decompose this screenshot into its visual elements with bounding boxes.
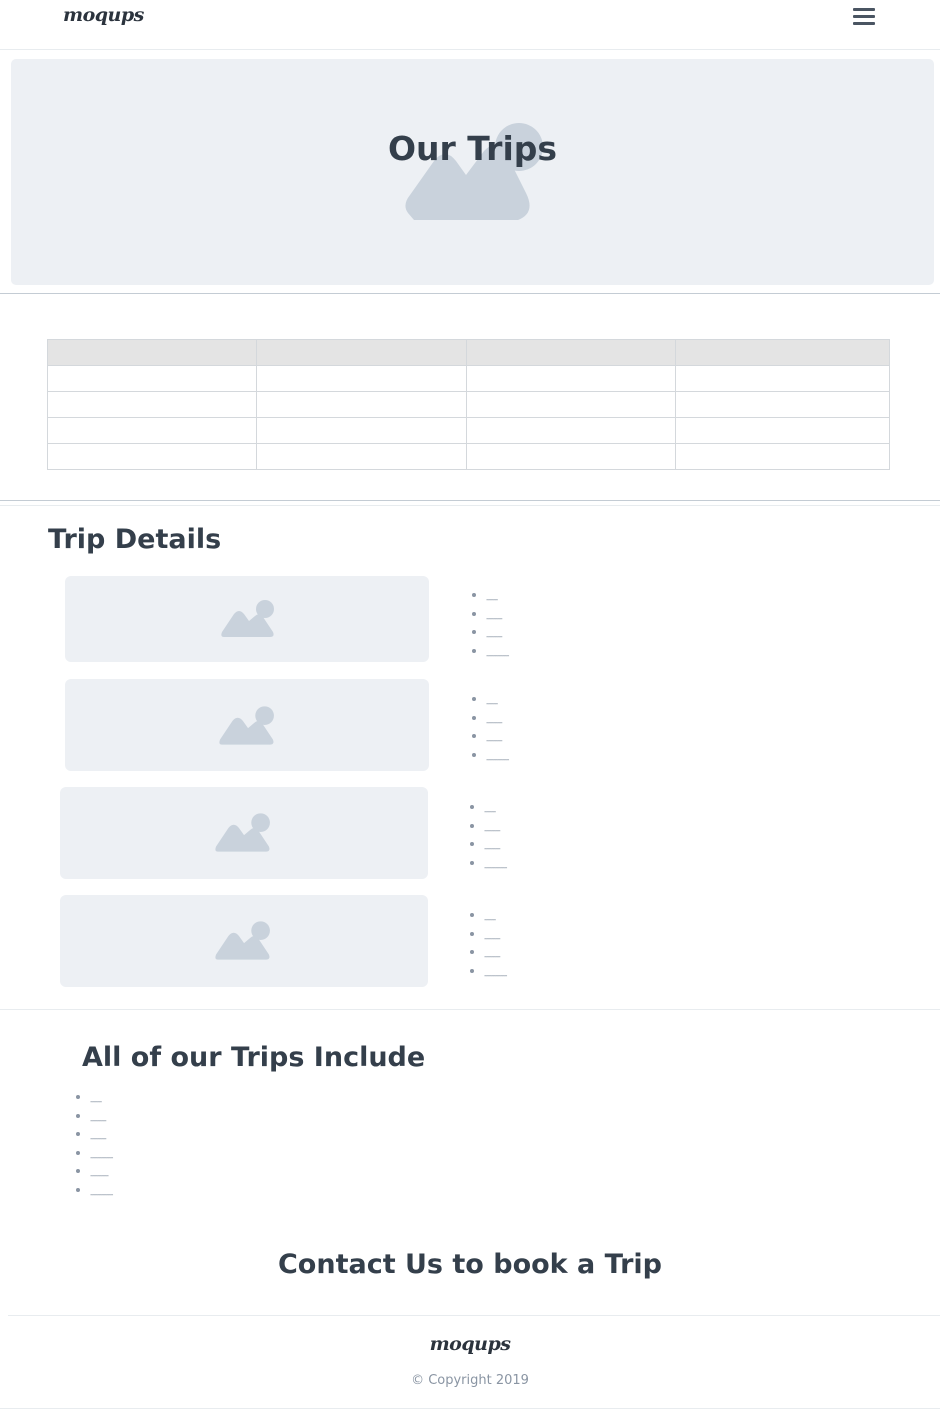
table-cell [466,417,676,444]
trip-image-placeholder [60,895,428,987]
table-row [47,365,890,392]
list-item: ------- [76,1126,112,1145]
trips-table [47,339,890,470]
list-item: ------- [472,624,508,643]
table-cell [47,391,257,418]
list-item: ----- [76,1089,112,1108]
trip-image-placeholder [65,679,429,771]
image-placeholder-icon [215,921,270,960]
table-row [47,417,890,444]
trip-image-placeholder [65,576,429,662]
list-item: ---------- [76,1182,114,1201]
includes-heading: All of our Trips Include [82,1042,426,1073]
list-item: ------- [76,1108,112,1127]
list-item: ------- [472,728,508,747]
contact-heading[interactable]: Contact Us to book a Trip [0,1249,940,1280]
table-header-cell [256,339,467,366]
table-cell [256,391,467,418]
hamburger-menu-icon[interactable] [853,8,875,26]
image-placeholder-icon [215,813,270,852]
list-item: ---------- [472,747,510,766]
table-header-cell [466,339,676,366]
list-item: ------- [470,818,506,837]
table-cell [256,443,467,470]
table-cell [47,365,257,392]
footer-bottom-divider [0,1408,940,1409]
trip-feature-list: ----- ------- ------- ---------- [472,587,510,662]
list-item: ---------- [472,643,510,662]
list-item: ------- [470,944,506,963]
section-divider [0,505,940,506]
table-cell [256,417,467,444]
list-item: ------- [472,710,508,729]
trip-feature-list: ----- ------- ------- ---------- [470,907,508,982]
table-cell [47,443,257,470]
list-item: ---------- [470,855,508,874]
list-item: ------- [470,836,506,855]
section-divider [0,1009,940,1010]
footer-logo[interactable]: moqups [0,1333,940,1355]
list-item: ----- [472,691,508,710]
table-cell [675,443,890,470]
list-item: ---------- [76,1145,114,1164]
list-item: ----- [472,587,508,606]
list-item: ------- [472,606,508,625]
list-item: ----- [470,907,506,926]
list-item: ------- [470,926,506,945]
table-cell [675,365,890,392]
image-placeholder-icon [221,600,274,637]
footer-divider [8,1315,940,1316]
header-logo[interactable]: moqups [63,4,144,26]
table-header-cell [47,339,257,366]
trip-details-heading: Trip Details [48,524,222,555]
table-header-row [47,339,890,366]
includes-list: ----- ------- ------- ---------- -------… [76,1089,114,1201]
hero-title: Our Trips [387,129,558,168]
list-item: -------- [76,1163,112,1182]
list-item: ---------- [470,963,508,982]
table-row [47,443,890,470]
table-cell [256,365,467,392]
table-row [47,391,890,418]
trip-feature-list: ----- ------- ------- ---------- [472,691,510,766]
table-cell [675,417,890,444]
table-cell [466,443,676,470]
trip-feature-list: ----- ------- ------- ---------- [470,799,508,874]
image-placeholder-icon [219,706,274,745]
list-item: ----- [470,799,506,818]
table-header-cell [675,339,890,366]
header-divider [0,49,940,50]
copyright-text: © Copyright 2019 [411,1373,529,1388]
table-cell [466,365,676,392]
hero-banner: Our Trips [11,59,934,285]
table-cell [675,391,890,418]
table-cell [466,391,676,418]
table-cell [47,417,257,444]
trip-image-placeholder [60,787,428,879]
